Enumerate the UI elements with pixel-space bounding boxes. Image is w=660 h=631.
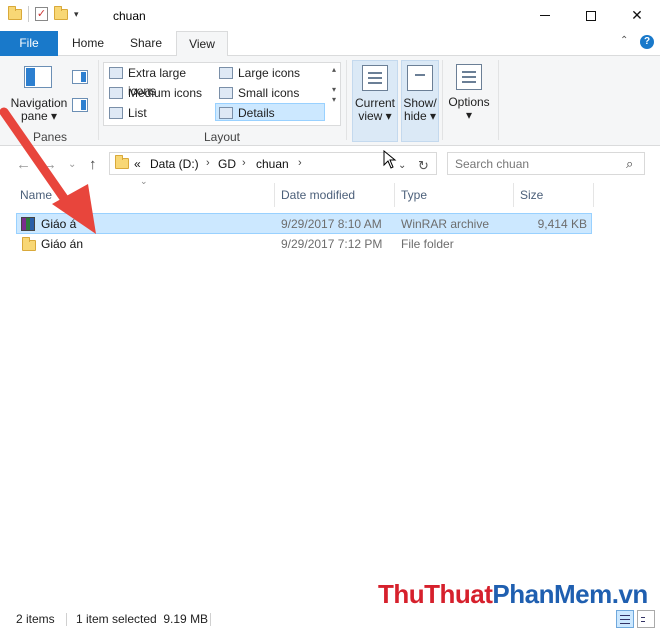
watermark-part: .vn: [611, 579, 649, 609]
status-selection: 1 item selected 9.19 MB: [76, 612, 209, 626]
file-type: WinRAR archive: [401, 217, 490, 231]
group-divider: [442, 60, 443, 140]
large-icons-icon: [219, 67, 233, 79]
list-icon: [109, 107, 123, 119]
status-divider: [210, 613, 211, 626]
breadcrumb-data-drive[interactable]: Data (D:): [150, 157, 199, 171]
watermark-part: Mem: [554, 579, 612, 609]
file-date: 9/29/2017 8:10 AM: [281, 217, 382, 231]
current-view-button[interactable]: Current view ▾: [352, 60, 398, 142]
customize-toolbar-icon[interactable]: ▾: [74, 9, 79, 20]
show-hide-button[interactable]: Show/ hide ▾: [401, 60, 439, 142]
breadcrumb-overflow[interactable]: «: [134, 157, 141, 171]
navigation-pane-icon[interactable]: [24, 66, 52, 88]
column-header-date-modified[interactable]: Date modified: [275, 183, 395, 207]
properties-icon[interactable]: ✓: [35, 7, 48, 21]
maximize-button[interactable]: [568, 0, 614, 31]
layout-item-label: Details: [238, 106, 275, 120]
layout-large-icons[interactable]: Large icons: [216, 64, 324, 82]
watermark-logo: ThuThuatPhanMem.vn: [378, 579, 648, 610]
close-icon: ✕: [631, 7, 643, 23]
search-placeholder: Search chuan: [455, 157, 530, 171]
file-size: 9,414 KB: [537, 217, 587, 231]
status-divider: [66, 613, 67, 626]
layout-item-label: Medium icons: [128, 86, 203, 100]
mouse-cursor-icon: [383, 150, 397, 169]
watermark-part: Thu: [378, 579, 425, 609]
breadcrumb-chevron-icon[interactable]: ›: [242, 157, 246, 169]
tab-file[interactable]: File: [0, 31, 58, 56]
show-hide-dropdown: hide ▾: [403, 109, 437, 123]
breadcrumb-chevron-icon[interactable]: ›: [298, 157, 302, 169]
layout-small-icons[interactable]: Small icons: [216, 84, 324, 102]
options-button[interactable]: Options ▾: [446, 60, 492, 142]
folder-icon: [115, 155, 129, 169]
status-item-count: 2 items: [16, 612, 55, 626]
file-type: File folder: [401, 237, 454, 251]
layout-gallery: Extra large icons Large icons Medium ico…: [103, 62, 341, 126]
tab-share[interactable]: Share: [120, 31, 172, 56]
details-view-toggle[interactable]: [616, 610, 634, 628]
layout-gallery-scroll[interactable]: ▴ ▾ ▾: [328, 65, 340, 125]
layout-extra-large-icons[interactable]: Extra large icons: [106, 64, 214, 98]
toolbar-divider: [28, 6, 29, 22]
tab-home[interactable]: Home: [62, 31, 114, 56]
extra-large-icons-icon: [109, 67, 123, 79]
search-icon[interactable]: ⌕: [626, 156, 633, 172]
options-dropdown: ▾: [465, 108, 473, 122]
tab-view[interactable]: View: [176, 31, 228, 57]
column-header-size[interactable]: Size: [514, 183, 594, 207]
layout-details[interactable]: Details: [215, 103, 325, 121]
watermark-part: Phan: [492, 579, 554, 609]
minimize-icon: [540, 15, 550, 16]
show-hide-icon: [407, 65, 433, 91]
large-icons-view-toggle[interactable]: [637, 610, 655, 628]
small-icons-icon: [219, 87, 233, 99]
layout-item-label: List: [128, 106, 147, 120]
breadcrumb-chuan[interactable]: chuan: [256, 157, 289, 171]
close-button[interactable]: ✕: [614, 0, 660, 31]
group-divider: [346, 60, 347, 140]
help-icon[interactable]: ?: [640, 35, 654, 49]
layout-list[interactable]: List: [106, 104, 214, 122]
ribbon-tabs: File Home Share View ⌃ ?: [0, 31, 660, 57]
collapse-ribbon-icon[interactable]: ⌃: [620, 35, 628, 46]
group-divider: [498, 60, 499, 140]
preview-pane-icon[interactable]: [72, 70, 88, 84]
current-view-icon: [362, 65, 388, 91]
layout-item-label: Large icons: [238, 66, 301, 80]
quick-access-toolbar: ✓ ▾: [8, 5, 79, 22]
window-title: chuan: [113, 9, 146, 23]
address-history-icon[interactable]: ⌄: [398, 160, 406, 171]
title-bar: ✓ ▾ chuan ✕: [0, 0, 660, 31]
medium-icons-icon: [109, 87, 123, 99]
options-icon: [456, 64, 482, 90]
column-divider[interactable]: [593, 183, 594, 207]
search-box[interactable]: Search chuan ⌕: [447, 152, 645, 175]
file-date: 9/29/2017 7:12 PM: [281, 237, 383, 251]
status-bar: 2 items 1 item selected 9.19 MB: [0, 607, 660, 631]
details-icon: [219, 107, 233, 119]
layout-medium-icons[interactable]: Medium icons: [106, 84, 214, 102]
new-folder-icon[interactable]: [54, 5, 68, 20]
breadcrumb-gd[interactable]: GD: [218, 157, 236, 171]
refresh-icon[interactable]: ↻: [418, 158, 429, 174]
maximize-icon: [586, 10, 596, 21]
folder-icon: [8, 5, 22, 20]
column-header-type[interactable]: Type: [395, 183, 513, 207]
watermark-part: Thuat: [424, 579, 493, 609]
minimize-button[interactable]: [522, 0, 568, 31]
breadcrumb-chevron-icon[interactable]: ›: [206, 157, 210, 169]
layout-group-label: Layout: [203, 130, 241, 144]
current-view-dropdown: view ▾: [358, 109, 392, 123]
layout-item-label: Small icons: [238, 86, 300, 100]
annotation-arrow-icon: [0, 107, 96, 234]
